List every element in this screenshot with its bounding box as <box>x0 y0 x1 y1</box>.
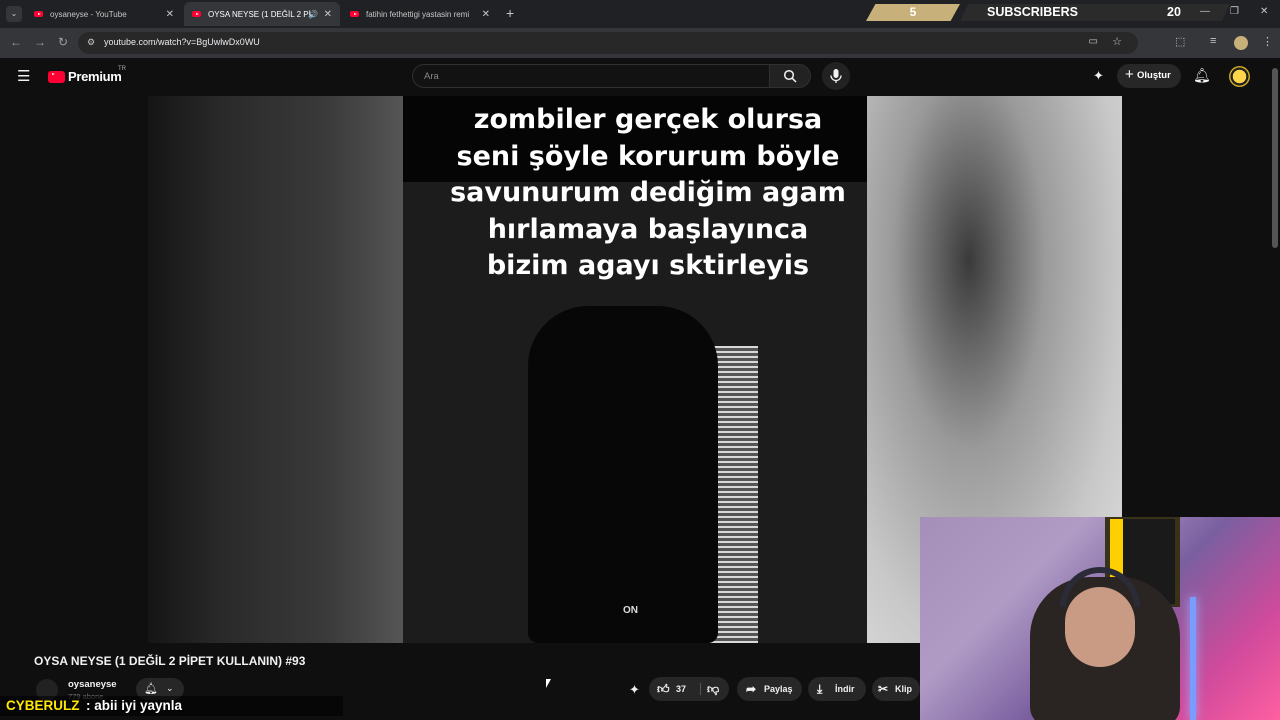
download-label: İndir <box>835 684 855 694</box>
stream-chat-message: CYBERULZ : abii iyi yaynla <box>0 696 343 716</box>
search-placeholder: Ara <box>424 71 439 82</box>
caption-line: bizim agayı sktirleyis <box>486 250 810 281</box>
create-label: Oluştur <box>1137 70 1171 81</box>
caption-line: zombiler gerçek olursa <box>473 104 823 135</box>
scissors-icon: ✂ <box>878 682 889 696</box>
clip-label: Klip <box>895 684 912 694</box>
page-scrollbar[interactable] <box>1272 68 1278 248</box>
video-caption: zombiler gerçek olursa seni şöyle koruru… <box>403 102 893 285</box>
close-tab-icon[interactable]: ✕ <box>166 9 174 20</box>
region-badge: TR <box>118 66 126 72</box>
site-info-icon[interactable]: ⚙ <box>87 37 95 48</box>
reload-icon[interactable]: ↻ <box>58 35 68 49</box>
live-shop-icon[interactable]: ✦ <box>1093 68 1104 84</box>
subscriber-count: 5 <box>866 4 960 21</box>
dislike-button[interactable]: 👎︎ <box>705 677 729 701</box>
person-silhouette <box>528 306 718 643</box>
notifications-bell-icon[interactable]: 🔔︎ <box>1193 67 1211 84</box>
audio-playing-icon[interactable]: 🔊 <box>308 10 318 19</box>
media-control-icon[interactable]: ≡ <box>1210 35 1216 47</box>
search-button[interactable] <box>769 64 811 88</box>
logo-text: Premium <box>68 69 122 84</box>
create-button[interactable]: Oluştur <box>1117 63 1181 88</box>
youtube-favicon-icon <box>34 11 43 17</box>
url-text: youtube.com/watch?v=BgUwlwDx0WU <box>104 37 260 47</box>
hamburger-menu-icon[interactable]: ☰ <box>17 67 30 85</box>
tab-label: fatihin fethettigi yastasin remi <box>366 9 470 19</box>
minimize-icon[interactable]: — <box>1200 6 1210 17</box>
extensions-icon[interactable]: ⬚ <box>1175 35 1185 48</box>
shopping-spark-icon[interactable]: ✦ <box>629 682 640 698</box>
chat-username: CYBERULZ <box>6 698 80 713</box>
profile-avatar[interactable] <box>1234 36 1248 50</box>
youtube-header: ☰ Premium TR Ara ✦ Oluştur 🔔︎ <box>0 58 1280 96</box>
channel-name[interactable]: oysaneyse <box>68 679 117 690</box>
browser-toolbar: ← → ↻ ⚙ youtube.com/watch?v=BgUwlwDx0WU … <box>0 28 1280 58</box>
divider <box>700 683 701 695</box>
download-button[interactable]: ⤓ İndir <box>808 677 866 701</box>
video-blurred-left <box>148 96 403 643</box>
like-dislike-group: 👍︎ 37 👎︎ <box>649 677 729 701</box>
youtube-favicon-icon <box>350 11 359 17</box>
close-window-icon[interactable]: ✕ <box>1260 6 1268 17</box>
forward-icon[interactable]: → <box>34 35 46 49</box>
like-count: 37 <box>676 684 687 694</box>
video-title: OYSA NEYSE (1 DEĞİL 2 PİPET KULLANIN) #9… <box>34 654 306 668</box>
mouse-cursor <box>546 679 551 688</box>
clip-button[interactable]: ✂ Klip <box>872 677 920 701</box>
close-tab-icon[interactable]: ✕ <box>324 9 332 20</box>
tab-fatihin[interactable]: fatihin fethettigi yastasin remi ✕ <box>342 2 498 26</box>
voice-search-button[interactable] <box>822 62 850 90</box>
subscriber-label-box: SUBSCRIBERS 20 <box>960 4 1230 21</box>
tab-search-icon[interactable]: ⌄ <box>6 6 22 22</box>
neon-light <box>1190 597 1196 720</box>
bell-icon: 🔔︎ <box>144 683 158 695</box>
search-icon <box>783 69 797 83</box>
subscriber-goal: 20 <box>1167 5 1181 19</box>
chat-text: : abii iyi yaynla <box>86 698 183 713</box>
caption-line: hırlamaya başlayınca <box>487 213 809 245</box>
bookmark-star-icon[interactable]: ☆ <box>1112 35 1122 48</box>
restore-icon[interactable]: ❐ <box>1230 6 1239 17</box>
tab-oysaneyse[interactable]: oysaneyse - YouTube ✕ <box>26 2 182 26</box>
streamer-webcam <box>920 517 1280 720</box>
subscriber-goal-bar: 5 SUBSCRIBERS 20 <box>866 4 1230 21</box>
youtube-favicon-icon <box>192 11 201 17</box>
new-tab-icon[interactable]: + <box>506 5 514 21</box>
close-tab-icon[interactable]: ✕ <box>482 9 490 20</box>
tab-current-video[interactable]: OYSA NEYSE (1 DEĞİL 2 Pİ 🔊 ✕ <box>184 2 340 26</box>
chevron-down-icon: ⌄ <box>166 683 174 693</box>
share-arrow-icon: ➦ <box>746 682 757 696</box>
back-icon[interactable]: ← <box>10 35 22 49</box>
share-label: Paylaş <box>764 684 793 694</box>
youtube-logo-icon <box>48 71 65 83</box>
browser-tab-strip: ⌄ oysaneyse - YouTube ✕ OYSA NEYSE (1 DE… <box>0 0 1280 28</box>
subscriber-label: SUBSCRIBERS <box>987 5 1078 19</box>
browser-menu-icon[interactable]: ⋮ <box>1262 35 1273 48</box>
like-button[interactable]: 👍︎ 37 <box>649 677 695 701</box>
video-watermark: ON <box>623 605 638 616</box>
address-bar[interactable]: ⚙ youtube.com/watch?v=BgUwlwDx0WU ▭ ☆ <box>78 32 1138 54</box>
microphone-icon <box>830 69 842 83</box>
download-icon: ⤓ <box>817 682 823 696</box>
tab-label: oysaneyse - YouTube <box>50 9 127 19</box>
account-avatar[interactable] <box>1229 66 1250 87</box>
caption-line: savunurum dediğim agam <box>450 177 846 208</box>
thumbs-down-icon: 👎︎ <box>707 682 720 696</box>
tab-label: OYSA NEYSE (1 DEĞİL 2 Pİ <box>208 9 311 19</box>
share-button[interactable]: ➦ Paylaş <box>737 677 802 701</box>
search-input[interactable]: Ara <box>412 64 770 88</box>
cast-icon[interactable]: ▭ <box>1089 36 1098 47</box>
thumbs-up-icon: 👍︎ <box>657 682 670 696</box>
caption-line: seni şöyle korurum böyle <box>456 140 840 172</box>
